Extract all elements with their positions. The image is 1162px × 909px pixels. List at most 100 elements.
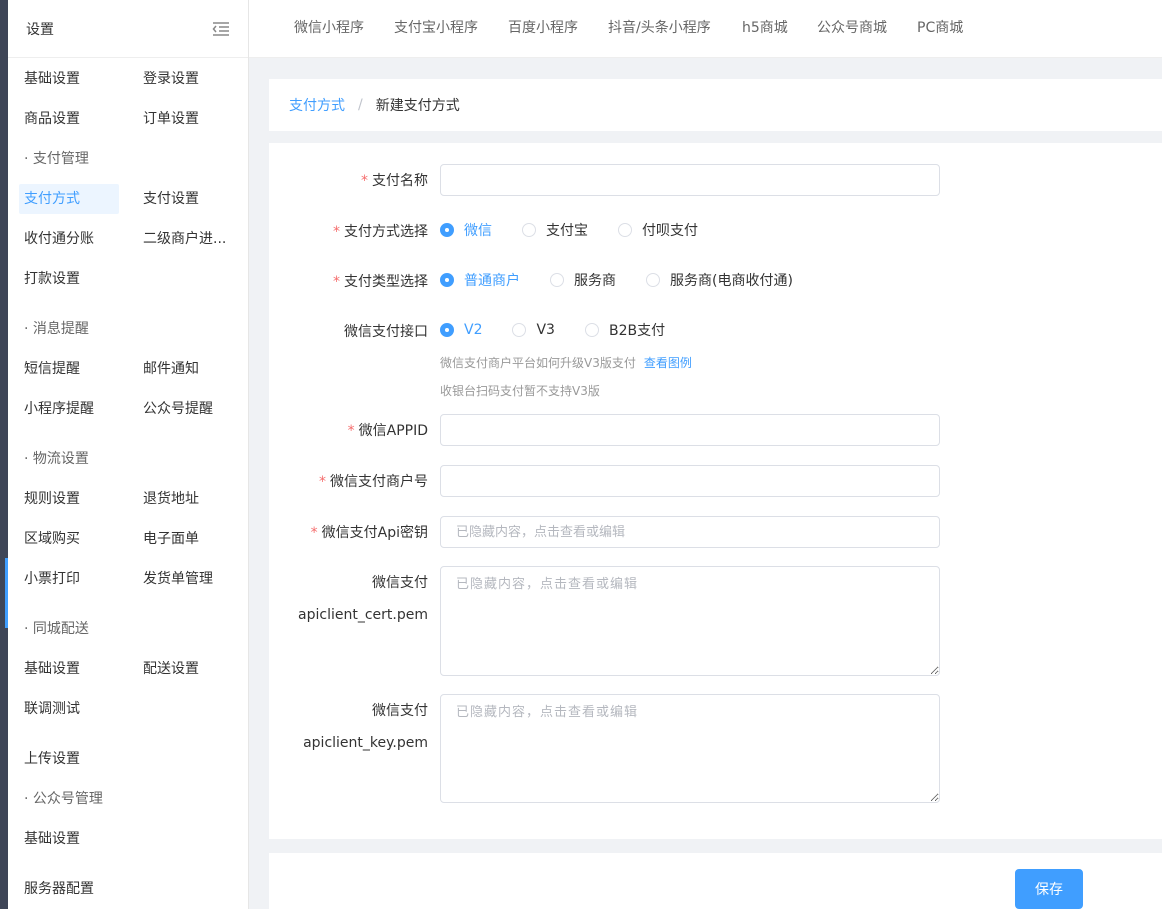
sidebar-row: 小票打印 发货单管理	[8, 564, 248, 594]
sidebar-item-server-config[interactable]: 服务器配置	[19, 874, 119, 904]
sidebar-group-notifications: · 消息提醒	[24, 321, 89, 337]
radio-normal-merchant[interactable]: 普通商户	[440, 270, 520, 290]
sidebar-item-basic-settings[interactable]: 基础设置	[19, 64, 119, 94]
sidebar-row: 基础设置 配送设置	[8, 654, 248, 684]
sidebar-item-login-settings[interactable]: 登录设置	[138, 64, 238, 94]
tab-official-account-mall[interactable]: 公众号商城	[817, 0, 887, 58]
sidebar-row: 基础设置	[8, 824, 248, 854]
sidebar-item-official-account-notify[interactable]: 公众号提醒	[138, 394, 238, 424]
tab-h5-mall[interactable]: h5商城	[742, 0, 788, 58]
sidebar-item-delivery-basic[interactable]: 基础设置	[19, 654, 119, 684]
appid-input[interactable]	[440, 414, 940, 446]
sidebar-item-goods-settings[interactable]: 商品设置	[19, 104, 119, 134]
sidebar-group-official-account: · 公众号管理	[24, 791, 103, 807]
radio-b2b[interactable]: B2B支付	[584, 320, 665, 340]
save-button[interactable]: 保存	[1015, 869, 1083, 909]
tab-alipay-miniprogram[interactable]: 支付宝小程序	[394, 0, 478, 58]
sidebar-row: 服务器配置	[8, 874, 248, 904]
required-mark: *	[310, 525, 318, 541]
hint-v3-unsupported: 收银台扫码支付暂不支持V3版	[440, 384, 600, 398]
api-key-input[interactable]	[440, 516, 940, 548]
sidebar-row: 支付方式 支付设置	[8, 184, 248, 214]
sidebar-item-miniprogram-notify[interactable]: 小程序提醒	[19, 394, 119, 424]
label-key: 微信支付 apiclient_key.pem	[303, 703, 428, 751]
sidebar-item-invoice-manage[interactable]: 发货单管理	[138, 564, 238, 594]
sidebar-group-logistics: · 物流设置	[24, 451, 89, 467]
sidebar-group-payment: · 支付管理	[24, 151, 89, 167]
sidebar-title: 设置	[26, 21, 54, 38]
sidebar-item-order-settings[interactable]: 订单设置	[138, 104, 238, 134]
sidebar-item-email[interactable]: 邮件通知	[138, 354, 238, 384]
breadcrumb-parent-link[interactable]: 支付方式	[289, 95, 345, 115]
sidebar-group-local-delivery: · 同城配送	[24, 621, 89, 637]
radio-dot	[618, 223, 632, 237]
view-example-link[interactable]: 查看图例	[644, 356, 692, 370]
sidebar-item-delivery-settings[interactable]: 配送设置	[138, 654, 238, 684]
label-payment-name: * 支付名称	[361, 173, 428, 189]
required-mark: *	[347, 423, 355, 439]
radio-dot	[440, 223, 454, 237]
hint-v3-upgrade: 微信支付商户平台如何升级V3版支付 查看图例	[440, 356, 692, 370]
sidebar-row: 短信提醒 邮件通知	[8, 354, 248, 384]
label-api-key: * 微信支付Api密钥	[310, 525, 428, 541]
radio-dot	[550, 273, 564, 287]
label-payment-type: * 支付类型选择	[333, 274, 428, 290]
menu-fold-icon[interactable]	[212, 21, 230, 37]
api-version-radio-group: V2 V3 B2B支付	[440, 320, 695, 340]
label-payment-method: * 支付方式选择	[333, 224, 428, 240]
sidebar-item-payout-settings[interactable]: 打款设置	[19, 264, 119, 294]
tab-pc-mall[interactable]: PC商城	[917, 0, 963, 58]
breadcrumb-current: 新建支付方式	[375, 98, 460, 114]
sidebar-item-debug-test[interactable]: 联调测试	[19, 694, 119, 724]
sidebar-row: 联调测试	[8, 694, 248, 724]
radio-v3[interactable]: V3	[512, 322, 555, 338]
required-mark: *	[361, 173, 368, 189]
sidebar-row: 区域购买 电子面单	[8, 524, 248, 554]
sidebar-item-return-address[interactable]: 退货地址	[138, 484, 238, 514]
required-mark: *	[333, 224, 340, 240]
label-api-version: 微信支付接口	[344, 324, 428, 340]
radio-dot	[522, 223, 536, 237]
sidebar-row: 打款设置	[8, 264, 248, 294]
sidebar-item-e-waybill[interactable]: 电子面单	[138, 524, 238, 554]
breadcrumb: 支付方式 / 新建支付方式	[269, 79, 1162, 131]
cert-textarea[interactable]	[440, 566, 940, 676]
key-textarea[interactable]	[440, 694, 940, 803]
sidebar-item-split-account[interactable]: 收付通分账	[19, 224, 119, 254]
required-mark: *	[333, 274, 340, 290]
breadcrumb-separator: /	[358, 97, 363, 113]
radio-dot	[440, 323, 454, 337]
payment-name-input[interactable]	[440, 164, 940, 196]
sidebar-header: 设置	[8, 0, 248, 58]
sidebar-item-oa-basic[interactable]: 基础设置	[19, 824, 119, 854]
sidebar-item-sms[interactable]: 短信提醒	[19, 354, 119, 384]
tab-wechat-miniprogram[interactable]: 微信小程序	[294, 0, 364, 58]
radio-dot	[646, 273, 660, 287]
tab-baidu-miniprogram[interactable]: 百度小程序	[508, 0, 578, 58]
sidebar-row: 商品设置 订单设置	[8, 104, 248, 134]
platform-tabs: 微信小程序 支付宝小程序 百度小程序 抖音/头条小程序 h5商城 公众号商城 P…	[249, 0, 1162, 58]
label-appid: * 微信APPID	[347, 423, 428, 439]
tab-douyin-miniprogram[interactable]: 抖音/头条小程序	[608, 0, 711, 58]
sidebar-row: 规则设置 退货地址	[8, 484, 248, 514]
payment-method-form: * 支付名称 * 支付方式选择 微信 支付宝 付呗支付 * 支付类型选择 普通商户 服…	[269, 143, 1162, 839]
sidebar-row: 上传设置	[8, 744, 248, 774]
sidebar-item-region-purchase[interactable]: 区域购买	[19, 524, 119, 554]
form-footer: 保存	[269, 853, 1162, 909]
radio-v2[interactable]: V2	[440, 322, 482, 338]
radio-wechat[interactable]: 微信	[440, 220, 492, 240]
sidebar-item-payment-settings[interactable]: 支付设置	[138, 184, 238, 214]
sidebar-item-sub-merchant[interactable]: 二级商户进...	[138, 224, 238, 254]
sidebar-item-payment-methods[interactable]: 支付方式	[19, 184, 119, 214]
radio-service-provider-ecommerce[interactable]: 服务商(电商收付通)	[646, 270, 793, 290]
radio-dot	[512, 323, 527, 337]
radio-fubei[interactable]: 付呗支付	[618, 220, 698, 240]
sidebar-item-upload-settings[interactable]: 上传设置	[19, 744, 119, 774]
radio-alipay[interactable]: 支付宝	[522, 220, 588, 240]
mch-id-input[interactable]	[440, 465, 940, 497]
sidebar-item-rules[interactable]: 规则设置	[19, 484, 119, 514]
sidebar-row: 收付通分账 二级商户进...	[8, 224, 248, 254]
sidebar-item-receipt-print[interactable]: 小票打印	[19, 564, 119, 594]
radio-service-provider[interactable]: 服务商	[550, 270, 616, 290]
payment-method-radio-group: 微信 支付宝 付呗支付	[440, 220, 728, 240]
